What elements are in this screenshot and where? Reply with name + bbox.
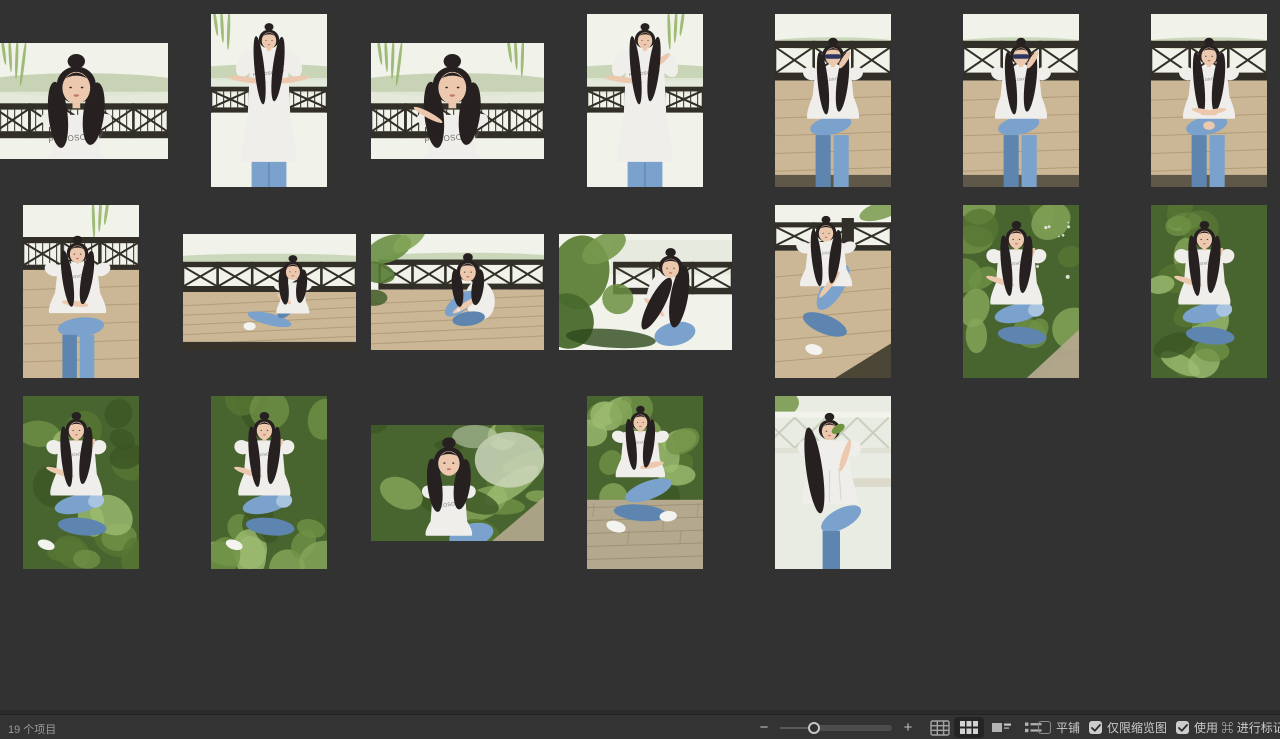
view-thumbnails-details-button[interactable] <box>986 717 1017 738</box>
toggle-1: 仅限缩览图 <box>1089 719 1167 736</box>
photo-thumbnail[interactable]: PHILOSOPHY <box>775 14 891 187</box>
view-mode-buttons <box>954 715 1050 739</box>
photo-thumbnail[interactable]: PHILOSOPHY <box>775 205 891 378</box>
photo-image: PHILOSOPHY <box>211 14 327 187</box>
toggle-2: 使用 ⌘ 进行标记和评级 <box>1176 719 1280 736</box>
grid-outline-icon <box>930 720 950 736</box>
photo-thumbnail[interactable]: PHILOSOPHY <box>23 205 139 378</box>
photo-thumbnail[interactable]: PHILOSOPHY <box>587 14 703 187</box>
photo-image: PHILOSOPHY <box>775 205 891 378</box>
photo-image <box>559 234 732 350</box>
status-bar: 19 个项目 − + 平铺 仅限缩览图 使用 ⌘ 进行标记和评级 <box>0 714 1280 739</box>
photo-image: PHILOSOPHY <box>775 14 891 187</box>
zoom-slider-handle[interactable] <box>808 722 820 734</box>
grid-overview-button[interactable] <box>930 715 950 739</box>
photo-browser-window: PHILOSOPHY PHILOSOPHY PHILOSOPHY PHILOSOPHY… <box>0 0 1280 739</box>
photo-thumbnail[interactable]: PHILOSOPHY <box>587 396 703 569</box>
photo-image: PHILOSOPHY <box>963 14 1079 187</box>
photo-thumbnail[interactable] <box>183 234 356 350</box>
photo-thumbnail[interactable] <box>559 234 732 350</box>
photo-thumbnail[interactable]: PHILOSOPHY <box>0 43 168 159</box>
checkbox-1-checked[interactable] <box>1089 721 1102 734</box>
checkbox-2-checked[interactable] <box>1176 721 1189 734</box>
zoom-controls: − + <box>756 715 916 739</box>
zoom-slider[interactable] <box>780 721 892 735</box>
photo-image: PHILOSOPHY <box>963 205 1079 378</box>
photo-image: PHILOSOPHY <box>23 205 139 378</box>
check-icon <box>1091 724 1101 732</box>
photo-thumbnail[interactable]: PHILOSOPHY <box>371 43 544 159</box>
thumbnail-grid: PHILOSOPHY PHILOSOPHY PHILOSOPHY PHILOSOPHY… <box>0 0 1280 714</box>
photo-image: PHILOSOPHY <box>1151 14 1267 187</box>
photo-image: PHILOSOPHY <box>587 14 703 187</box>
photo-thumbnail[interactable]: PHILOSOPHY <box>371 425 544 541</box>
photo-thumbnail[interactable]: PHILOSOPHY <box>963 205 1079 378</box>
check-icon <box>1178 724 1188 732</box>
photo-image: PHILOSOPHY <box>211 396 327 569</box>
photo-image: PHILOSOPHY <box>23 396 139 569</box>
photo-image: PHILOSOPHY <box>0 43 168 159</box>
toggle-0: 平铺 <box>1038 719 1080 736</box>
photo-thumbnail[interactable]: PHILOSOPHY <box>23 396 139 569</box>
photo-thumbnail[interactable]: PHILOSOPHY <box>963 14 1079 187</box>
toggle-label-0: 平铺 <box>1056 719 1080 736</box>
photo-image <box>371 234 544 350</box>
thumbnail-details-icon <box>992 721 1011 734</box>
photo-image: PHILOSOPHY <box>371 43 544 159</box>
toggle-label-2: 使用 ⌘ 进行标记和评级 <box>1194 719 1280 736</box>
photo-thumbnail[interactable] <box>775 396 891 569</box>
photo-thumbnail[interactable]: PHILOSOPHY <box>1151 14 1267 187</box>
checkbox-0-unchecked[interactable] <box>1038 721 1051 734</box>
photo-image <box>775 396 891 569</box>
photo-image <box>183 234 356 350</box>
photo-thumbnail[interactable]: PHILOSOPHY <box>211 396 327 569</box>
zoom-out-button[interactable]: − <box>756 720 772 735</box>
photo-image: PHILOSOPHY <box>1151 205 1267 378</box>
grid-filled-icon <box>960 721 978 734</box>
photo-thumbnail[interactable]: PHILOSOPHY <box>211 14 327 187</box>
zoom-in-button[interactable]: + <box>900 720 916 735</box>
photo-image: PHILOSOPHY <box>587 396 703 569</box>
photo-image: PHILOSOPHY <box>371 425 544 541</box>
zoom-slider-fill <box>814 725 892 731</box>
display-option-toggles: 平铺 仅限缩览图 使用 ⌘ 进行标记和评级 <box>1038 715 1280 739</box>
toggle-label-1: 仅限缩览图 <box>1107 719 1167 736</box>
photo-thumbnail[interactable]: PHILOSOPHY <box>1151 205 1267 378</box>
items-count-label: 19 个项目 <box>8 721 56 737</box>
photo-thumbnail[interactable] <box>371 234 544 350</box>
view-thumbnails-grid-button[interactable] <box>954 717 984 738</box>
